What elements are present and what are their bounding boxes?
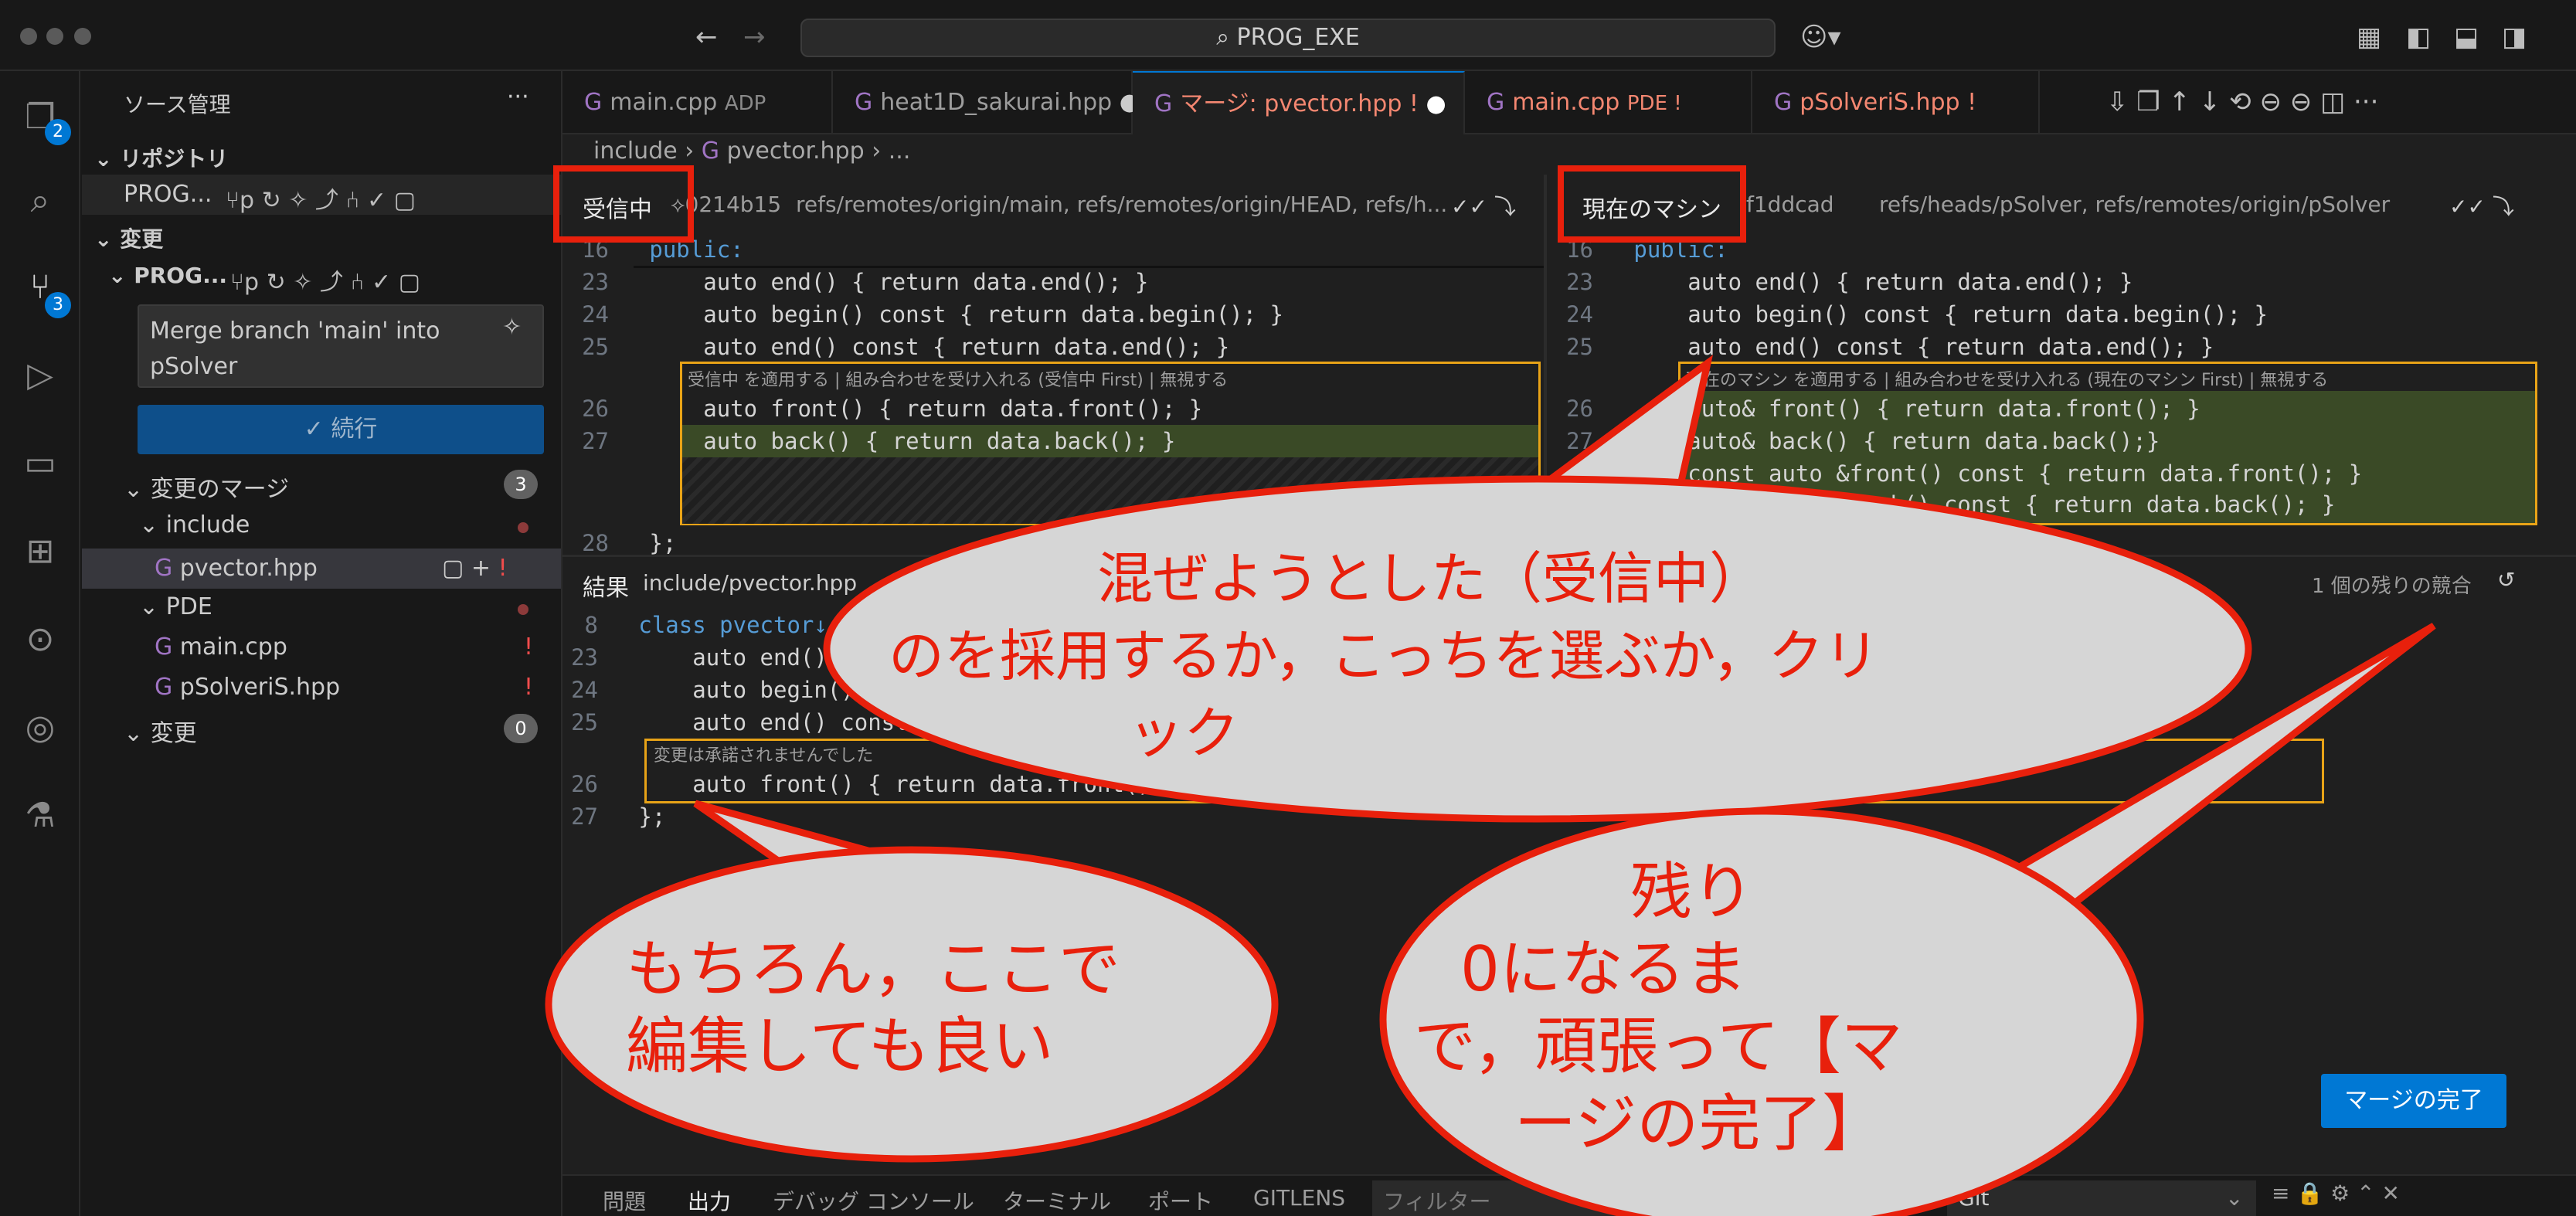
bubble3-line3: で，頑張って【マ [1414,1011,1903,1082]
bubble1-line3: ック [1128,701,1240,766]
bubble3-line2: 0になるま [1460,933,1747,1005]
bubble2-line2: 編集しても良い [626,1011,1054,1082]
bubble2-line1: もちろん，ここで [626,933,1120,1005]
bubble1-line2: のを採用するか，こっちを選ぶか，クリ [889,623,1880,688]
bubble1-line1: 混ぜようとした（受信中） [1097,546,1765,611]
bubble3-line1: 残り [1630,856,1754,928]
bubble3-line4: ージの完了】 [1514,1088,1884,1160]
